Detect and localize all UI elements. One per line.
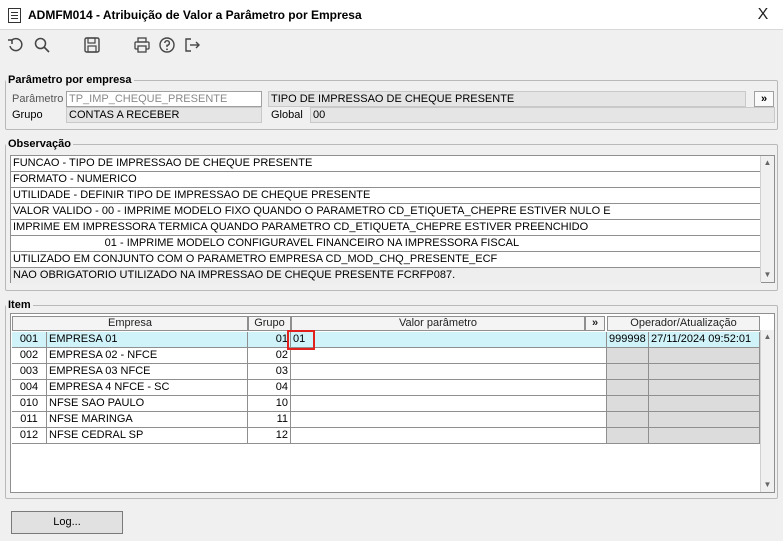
cell-atualizacao: 27/11/2024 09:52:01	[649, 332, 760, 348]
item-scrollbar[interactable]: ▲ ▼	[760, 330, 774, 492]
cell-valor-parametro[interactable]: 01	[291, 332, 607, 348]
observacao-line: UTILIZADO EM CONJUNTO COM O PARAMETRO EM…	[11, 252, 761, 268]
cell-valor-parametro[interactable]	[291, 348, 607, 364]
cell-atualizacao	[649, 396, 760, 412]
cell-empresa-name: NFSE MARINGA	[47, 412, 248, 428]
grupo-label: Grupo	[12, 109, 43, 121]
log-button[interactable]: Log...	[11, 511, 123, 534]
cell-valor-parametro[interactable]	[291, 396, 607, 412]
cell-valor-parametro[interactable]	[291, 412, 607, 428]
cell-grupo: 03	[248, 364, 291, 380]
cell-grupo: 01	[248, 332, 291, 348]
cell-empresa-name: EMPRESA 03 NFCE	[47, 364, 248, 380]
cell-grupo: 04	[248, 380, 291, 396]
column-header-operador[interactable]: Operador/Atualização	[607, 316, 760, 331]
parametro-label: Parâmetro	[12, 93, 64, 105]
search-icon[interactable]	[32, 35, 52, 55]
cell-valor-parametro[interactable]	[291, 364, 607, 380]
cell-empresa-code: 001	[12, 332, 47, 348]
print-icon[interactable]	[132, 35, 152, 55]
cell-valor-parametro[interactable]	[291, 428, 607, 444]
cell-empresa-code: 010	[12, 396, 47, 412]
cell-grupo: 11	[248, 412, 291, 428]
cell-empresa-code: 004	[12, 380, 47, 396]
document-icon	[8, 8, 21, 23]
grupo-field: CONTAS A RECEBER	[66, 107, 262, 123]
observacao-line: NAO OBRIGATORIO UTILIZADO NA IMPRESSAO D…	[11, 268, 761, 284]
scroll-up-icon[interactable]: ▲	[761, 330, 774, 344]
column-header-empresa[interactable]: Empresa	[12, 316, 248, 331]
cell-empresa-name: EMPRESA 4 NFCE - SC	[47, 380, 248, 396]
cell-empresa-code: 003	[12, 364, 47, 380]
more-button[interactable]: »	[754, 91, 774, 107]
observacao-line: 01 - IMPRIME MODELO CONFIGURAVEL FINANCE…	[11, 236, 761, 252]
column-header-grupo[interactable]: Grupo	[248, 316, 291, 331]
cell-grupo: 12	[248, 428, 291, 444]
observacao-textarea[interactable]: FUNCAO - TIPO DE IMPRESSAO DE CHEQUE PRE…	[10, 155, 775, 284]
observacao-line: IMPRIME EM IMPRESSORA TERMICA QUANDO PAR…	[11, 220, 761, 236]
cell-atualizacao	[649, 380, 760, 396]
scroll-up-icon[interactable]: ▲	[761, 156, 774, 170]
observacao-line: FORMATO - NUMERICO	[11, 172, 761, 188]
cell-atualizacao	[649, 412, 760, 428]
title-bar: ADMFM014 - Atribuição de Valor a Parâmet…	[0, 0, 783, 30]
column-header-valor[interactable]: Valor parâmetro	[291, 316, 585, 331]
cell-operador	[607, 380, 649, 396]
parametro-description-field: TIPO DE IMPRESSAO DE CHEQUE PRESENTE	[268, 91, 746, 107]
scroll-down-icon[interactable]: ▼	[761, 268, 774, 282]
cell-empresa-code: 011	[12, 412, 47, 428]
cell-grupo: 02	[248, 348, 291, 364]
cell-operador	[607, 364, 649, 380]
item-legend: Item	[8, 299, 31, 311]
cell-operador	[607, 396, 649, 412]
column-more-button[interactable]: »	[585, 316, 605, 331]
undo-icon[interactable]	[6, 35, 26, 55]
scroll-down-icon[interactable]: ▼	[761, 478, 774, 492]
cell-empresa-name: NFSE CEDRAL SP	[47, 428, 248, 444]
parametro-legend: Parâmetro por empresa	[8, 74, 132, 86]
close-button[interactable]: X	[753, 5, 773, 25]
toolbar	[0, 31, 783, 61]
global-label: Global	[271, 109, 303, 121]
cell-operador	[607, 428, 649, 444]
cell-empresa-name: NFSE SAO PAULO	[47, 396, 248, 412]
window-title: ADMFM014 - Atribuição de Valor a Parâmet…	[28, 8, 362, 22]
parametro-input[interactable]: TP_IMP_CHEQUE_PRESENTE	[66, 91, 262, 107]
save-icon[interactable]	[82, 35, 102, 55]
cell-operador	[607, 412, 649, 428]
observacao-line: VALOR VALIDO - 00 - IMPRIME MODELO FIXO …	[11, 204, 761, 220]
help-icon[interactable]	[157, 35, 177, 55]
cell-grupo: 10	[248, 396, 291, 412]
cell-empresa-code: 012	[12, 428, 47, 444]
cell-empresa-name: EMPRESA 02 - NFCE	[47, 348, 248, 364]
cell-empresa-name: EMPRESA 01	[47, 332, 248, 348]
exit-icon[interactable]	[182, 35, 202, 55]
cell-atualizacao	[649, 348, 760, 364]
cell-operador: 999998	[607, 332, 649, 348]
cell-empresa-code: 002	[12, 348, 47, 364]
observacao-legend: Observação	[8, 138, 71, 150]
item-grid: Empresa Grupo Valor parâmetro » Operador…	[10, 313, 775, 493]
cell-atualizacao	[649, 364, 760, 380]
observacao-scrollbar[interactable]: ▲ ▼	[760, 156, 774, 282]
observacao-line: UTILIDADE - DEFINIR TIPO DE IMPRESSAO DE…	[11, 188, 761, 204]
focused-cell-highlight	[287, 330, 315, 350]
cell-operador	[607, 348, 649, 364]
global-field: 00	[310, 107, 775, 123]
cell-atualizacao	[649, 428, 760, 444]
cell-valor-parametro[interactable]	[291, 380, 607, 396]
observacao-line: FUNCAO - TIPO DE IMPRESSAO DE CHEQUE PRE…	[11, 156, 761, 172]
